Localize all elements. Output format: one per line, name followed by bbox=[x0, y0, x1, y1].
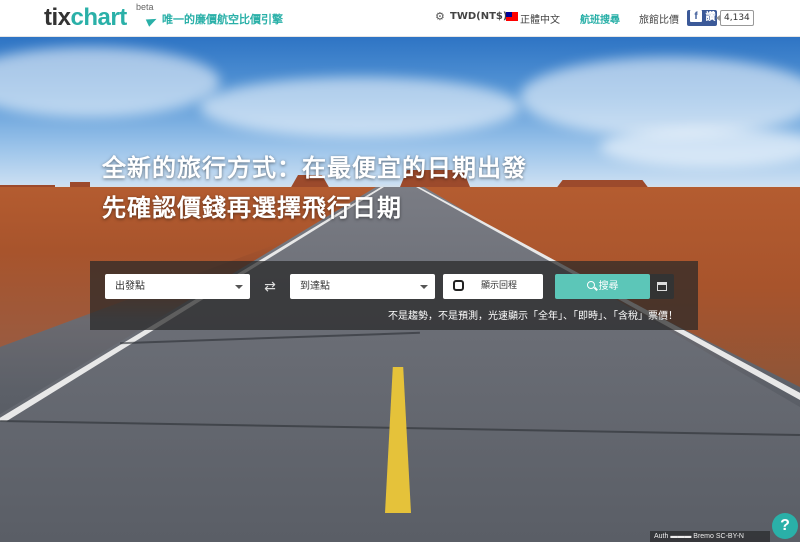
origin-select[interactable]: 出發點 bbox=[105, 274, 250, 299]
chevron-down-icon bbox=[235, 285, 243, 289]
swap-icon[interactable]: ⇄ bbox=[260, 278, 280, 296]
nav-flight-search[interactable]: 航班搜尋 bbox=[580, 11, 620, 26]
language-selector[interactable]: 正體中文 bbox=[520, 11, 560, 26]
search-tagline-note: 不是趨勢，不是預測，光速顯示「全年」、「即時」、「含稅」票價！ bbox=[388, 311, 678, 322]
image-credit: Auth ▬▬▬ Bremo SC-BY-N bbox=[650, 531, 770, 542]
return-trip-label: 顯示回程 bbox=[481, 281, 518, 291]
destination-select[interactable]: 到達點 bbox=[290, 274, 435, 299]
search-button[interactable]: 搜尋 bbox=[555, 274, 650, 299]
tixchart-logo[interactable]: tixchart beta bbox=[44, 2, 159, 32]
calendar-icon bbox=[657, 282, 667, 291]
gear-icon[interactable]: ⚙ bbox=[435, 10, 445, 23]
hero-banner: 全新的旅行方式：在最便宜的日期出發 先確認價錢再選擇飛行日期 出發點 ⇄ 到達點… bbox=[0, 37, 800, 542]
tagline: 唯一的廉價航空比價引擎 bbox=[162, 13, 283, 26]
hero-headline-secondary: 先確認價錢再選擇飛行日期 bbox=[102, 194, 402, 222]
search-panel: 出發點 ⇄ 到達點 顯示回程 搜尋 不是趨勢，不是預測，光速顯示「全年」、「即時… bbox=[90, 261, 698, 330]
search-icon bbox=[586, 281, 595, 289]
help-button[interactable]: ? bbox=[772, 513, 798, 539]
cloud bbox=[600, 127, 800, 167]
chevron-down-icon bbox=[420, 285, 428, 289]
facebook-like-button[interactable]: f 讚 bbox=[687, 10, 717, 26]
currency-selector[interactable]: TWD(NT$) / bbox=[450, 11, 515, 22]
logo-tix-text: tix bbox=[44, 4, 71, 31]
nav-hotel-compare[interactable]: 旅館比價 bbox=[639, 11, 679, 26]
return-trip-toggle[interactable]: 顯示回程 bbox=[443, 274, 543, 299]
taiwan-flag-icon bbox=[506, 12, 518, 21]
facebook-icon: f bbox=[690, 10, 702, 22]
logo-chart-text: chart bbox=[70, 4, 128, 31]
hero-headline-primary: 全新的旅行方式：在最便宜的日期出發 bbox=[102, 154, 527, 182]
facebook-like-count: 4,134 bbox=[716, 10, 754, 26]
calendar-button[interactable] bbox=[650, 274, 674, 299]
plane-icon bbox=[145, 15, 159, 27]
cloud bbox=[200, 77, 520, 137]
cloud bbox=[520, 57, 800, 137]
destination-placeholder: 到達點 bbox=[300, 281, 330, 292]
top-header: tixchart beta 唯一的廉價航空比價引擎 ⚙ TWD(NT$) / 正… bbox=[0, 0, 800, 37]
origin-placeholder: 出發點 bbox=[115, 281, 145, 292]
logo-beta-tag: beta bbox=[136, 2, 154, 12]
checkbox-icon[interactable] bbox=[453, 280, 464, 291]
facebook-like-label: 讚 bbox=[705, 12, 716, 23]
cloud bbox=[0, 47, 220, 117]
search-button-label: 搜尋 bbox=[598, 281, 619, 292]
